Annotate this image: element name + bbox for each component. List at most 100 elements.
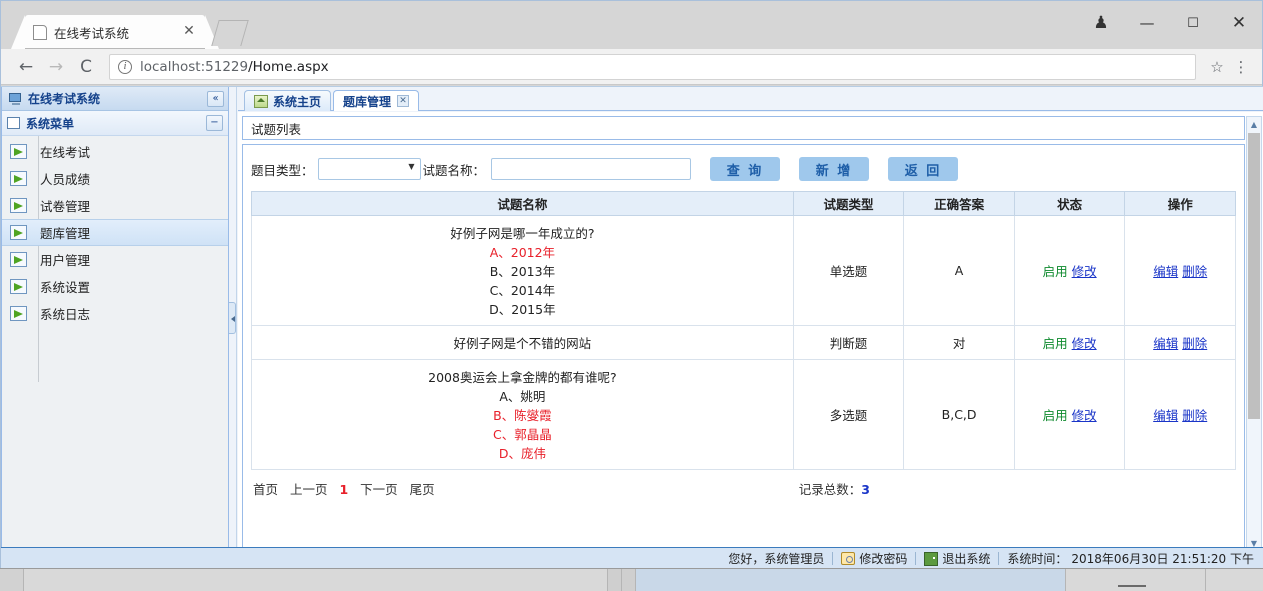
close-icon[interactable]: ✕ <box>181 24 197 40</box>
table-row: 2008奥运会上拿金牌的都有谁呢? A、姚明 B、陈燮霞 C、郭晶晶 D、庞伟 … <box>251 359 1236 470</box>
panel-body: 题目类型： 试题名称： 查 询 新 增 返 回 <box>242 144 1245 552</box>
pager-current-page: 1 <box>339 482 349 497</box>
column-header-name: 试题名称 <box>251 191 794 216</box>
question-option: C、2014年 <box>489 283 556 298</box>
system-time-value: 2018年06月30日 21:51:20 下午 <box>1071 552 1254 566</box>
change-password-button[interactable]: 修改密码 <box>841 550 907 567</box>
sidebar-collapse-button[interactable]: « <box>207 90 224 107</box>
question-text: 好例子网是哪一年成立的? <box>450 226 595 241</box>
sidebar-item-system-log[interactable]: 系统日志 <box>2 300 228 327</box>
scrollbar-thumb[interactable] <box>1248 133 1260 419</box>
sidebar-item-online-exam[interactable]: 在线考试 <box>2 138 228 165</box>
back-icon[interactable]: ← <box>11 53 41 81</box>
status-modify-link[interactable]: 修改 <box>1072 264 1097 279</box>
delete-link[interactable]: 删除 <box>1182 408 1207 423</box>
url-host: localhost:51229 <box>140 58 249 75</box>
cell-actions: 编辑 删除 <box>1124 359 1236 470</box>
page-viewport: 在线考试系统 « 系统菜单 − 在线考试 人员成绩 试卷管理 题库管理 用户管理… <box>1 86 1263 569</box>
column-header-answer: 正确答案 <box>903 191 1015 216</box>
tab-label: 题库管理 <box>343 94 392 109</box>
sidebar-item-system-settings[interactable]: 系统设置 <box>2 273 228 300</box>
question-type-select[interactable] <box>317 158 421 180</box>
record-total: 记录总数：3 <box>799 479 870 498</box>
sidebar-item-user-management[interactable]: 用户管理 <box>2 246 228 273</box>
status-modify-link[interactable]: 修改 <box>1072 408 1097 423</box>
tab-label: 系统主页 <box>273 94 322 109</box>
divider <box>832 552 834 565</box>
delete-link[interactable]: 删除 <box>1182 264 1207 279</box>
record-total-label: 记录总数： <box>798 482 862 497</box>
arrow-right-icon <box>10 198 27 213</box>
tab-question-bank[interactable]: 题库管理 ✕ <box>333 90 420 111</box>
arrow-right-icon <box>10 306 27 321</box>
cell-status: 启用 修改 <box>1013 215 1126 326</box>
pager-next[interactable]: 下一页 <box>360 482 398 497</box>
bookmark-star-icon[interactable]: ☆ <box>1204 58 1230 76</box>
cell-question: 好例子网是个不错的网站 <box>251 325 794 360</box>
cell-question: 2008奥运会上拿金牌的都有谁呢? A、姚明 B、陈燮霞 C、郭晶晶 D、庞伟 <box>251 359 794 470</box>
minimize-button[interactable]: — <box>1124 8 1170 38</box>
tab-close-icon[interactable]: ✕ <box>397 95 410 107</box>
pager-links: 首页 上一页 1 下一页 尾页 <box>253 479 435 498</box>
sidebar-item-label: 人员成绩 <box>40 172 91 187</box>
browser-menu-icon[interactable]: ⋮ <box>1230 58 1252 76</box>
taskbar-active-window[interactable] <box>636 568 1066 591</box>
edit-link[interactable]: 编辑 <box>1153 336 1178 351</box>
maximize-button[interactable]: ☐ <box>1170 8 1216 38</box>
new-tab-button[interactable] <box>211 20 249 46</box>
browser-tab[interactable]: 在线考试系统 ✕ <box>11 15 219 49</box>
cell-answer: A <box>903 215 1015 326</box>
sidebar-item-label: 用户管理 <box>40 253 91 268</box>
pager-first[interactable]: 首页 <box>253 482 278 497</box>
monitor-icon <box>9 92 23 105</box>
reload-icon[interactable]: C <box>71 53 101 81</box>
arrow-right-icon <box>10 225 27 240</box>
pagination: 首页 上一页 1 下一页 尾页 记录总数：3 <box>243 470 1244 498</box>
window-controls: ♟ — ☐ ✕ <box>1078 1 1262 45</box>
add-button[interactable]: 新 增 <box>799 157 870 181</box>
taskbar-start[interactable] <box>0 568 24 591</box>
scroll-up-icon[interactable]: ▲ <box>1247 117 1261 132</box>
back-button[interactable]: 返 回 <box>888 157 959 181</box>
status-modify-link[interactable]: 修改 <box>1072 336 1097 351</box>
question-name-input[interactable] <box>491 158 692 180</box>
record-total-value: 3 <box>861 482 870 497</box>
sidebar-item-scores[interactable]: 人员成绩 <box>2 165 228 192</box>
taskbar-item[interactable] <box>622 568 636 591</box>
taskbar-item[interactable] <box>608 568 622 591</box>
window-close-button[interactable]: ✕ <box>1216 8 1262 38</box>
site-info-icon[interactable]: i <box>118 59 132 74</box>
sidebar-item-question-bank[interactable]: 题库管理 <box>2 219 228 246</box>
menu-group-collapse-button[interactable]: − <box>206 115 223 131</box>
arrow-right-icon <box>10 144 27 159</box>
content-panel: 试题列表 题目类型： 试题名称： 查 询 新 增 返 回 <box>238 112 1263 556</box>
status-badge: 启用 <box>1042 336 1068 351</box>
sidebar-splitter[interactable] <box>229 87 237 556</box>
pager-prev[interactable]: 上一页 <box>290 482 328 497</box>
logout-button[interactable]: 退出系统 <box>924 550 990 567</box>
cell-type: 单选题 <box>792 215 905 326</box>
taskbar-tray[interactable] <box>1066 568 1206 591</box>
home-icon <box>254 94 268 108</box>
sidebar-item-paper-management[interactable]: 试卷管理 <box>2 192 228 219</box>
sidebar-item-label: 在线考试 <box>40 145 91 160</box>
sidebar-item-label: 题库管理 <box>40 226 91 241</box>
pager-last[interactable]: 尾页 <box>410 482 435 497</box>
tab-home[interactable]: 系统主页 <box>244 90 332 111</box>
panel-scrollbar[interactable]: ▲ ▼ <box>1246 116 1262 552</box>
content-tabs: 系统主页 题库管理 ✕ <box>238 87 1263 111</box>
arrow-right-icon <box>10 171 27 186</box>
cell-question: 好例子网是哪一年成立的? A、2012年 B、2013年 C、2014年 D、2… <box>251 215 794 326</box>
cell-status: 启用 修改 <box>1013 325 1126 360</box>
column-header-type: 试题类型 <box>792 191 905 216</box>
browser-window: 在线考试系统 ✕ ♟ — ☐ ✕ ← → C i localhost:51229… <box>0 0 1263 569</box>
edit-link[interactable]: 编辑 <box>1153 408 1178 423</box>
menu-group-header[interactable]: 系统菜单 − <box>2 111 228 136</box>
splitter-collapse-handle[interactable] <box>229 302 236 334</box>
delete-link[interactable]: 删除 <box>1182 336 1207 351</box>
profile-icon[interactable]: ♟ <box>1078 8 1124 38</box>
edit-link[interactable]: 编辑 <box>1153 264 1178 279</box>
panel-title: 试题列表 <box>242 116 1245 140</box>
query-button[interactable]: 查 询 <box>710 157 781 181</box>
address-bar[interactable]: i localhost:51229/Home.aspx <box>109 53 1196 80</box>
